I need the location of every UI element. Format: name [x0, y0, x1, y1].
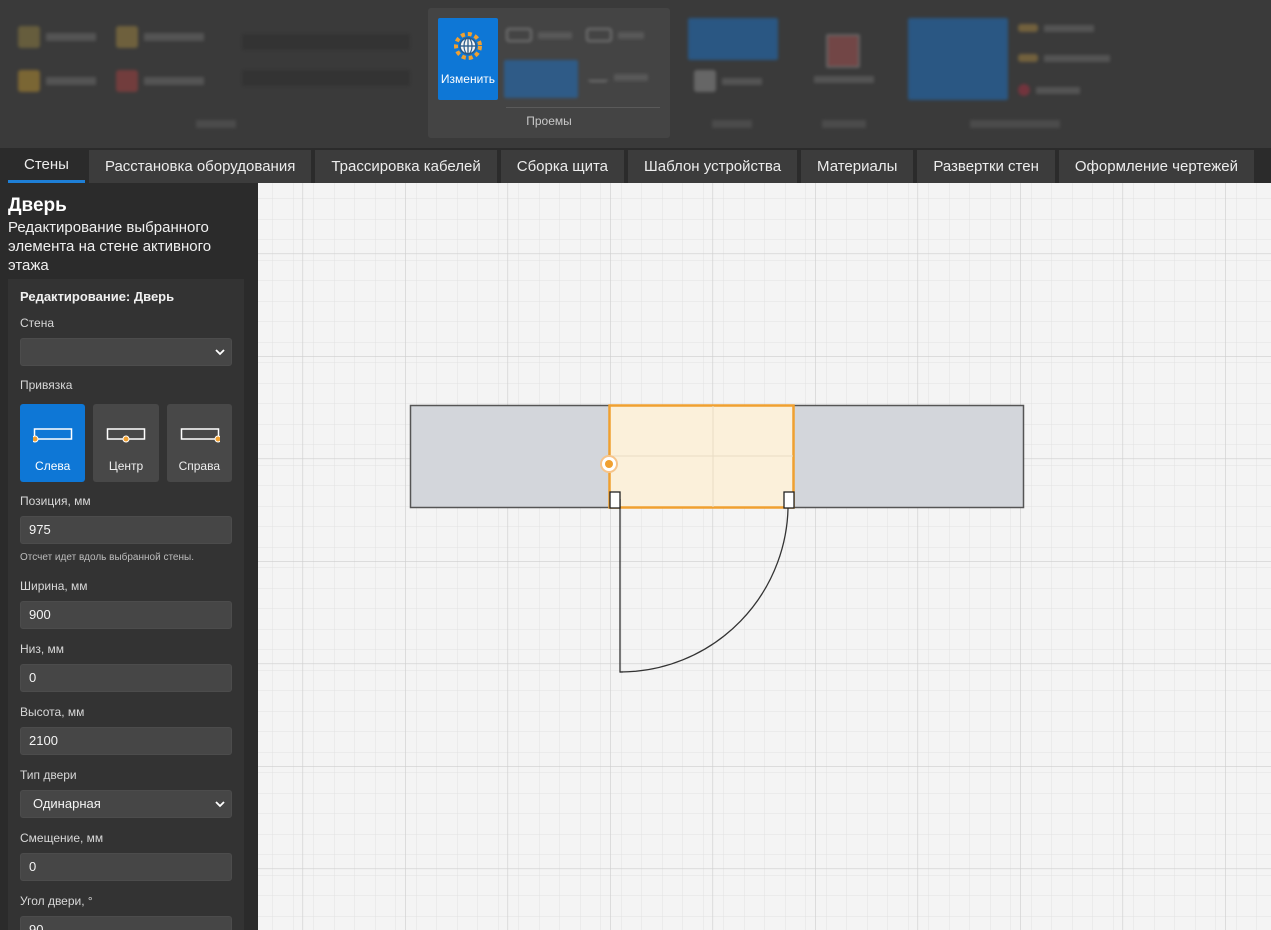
openings-group-label: Проемы: [526, 114, 572, 128]
ribbon-group-structure: [796, 8, 892, 138]
anchor-options: Слева Центр Справа: [20, 404, 232, 482]
panel-title: Дверь: [8, 195, 67, 216]
height-input[interactable]: 2100: [20, 727, 232, 755]
ribbon-toolbar: Изменить Проемы: [0, 0, 1271, 148]
drawing-canvas[interactable]: [258, 183, 1271, 930]
ribbon-group-tools: [900, 8, 1132, 138]
anchor-center-button[interactable]: Центр: [93, 404, 159, 482]
width-input[interactable]: 900: [20, 601, 232, 629]
door-type-value: Одинарная: [33, 796, 101, 811]
ribbon-group-objects: [678, 8, 788, 138]
wall-label: Стена: [20, 316, 55, 330]
door-hinge-right[interactable]: [783, 491, 795, 509]
anchor-right-icon: [180, 428, 220, 443]
anchor-left-label: Слева: [35, 459, 71, 473]
wall-select[interactable]: [20, 338, 232, 366]
width-label: Ширина, мм: [20, 579, 88, 593]
anchor-center-label: Центр: [108, 459, 144, 473]
ribbon-input: [242, 70, 410, 86]
angle-input[interactable]: 90: [20, 916, 232, 930]
modify-button[interactable]: Изменить: [438, 18, 498, 100]
object-icon: [694, 70, 716, 92]
add-large-button[interactable]: [908, 18, 1008, 100]
ribbon-group-walls: [6, 8, 422, 138]
ribbon-group-openings: Изменить Проемы: [428, 8, 670, 138]
arch-icon: [588, 72, 608, 82]
modify-button-label: Изменить: [440, 72, 496, 86]
bottom-label: Низ, мм: [20, 642, 65, 656]
position-hint: Отсчет идет вдоль выбранной стены.: [20, 552, 194, 563]
group-divider: [506, 107, 660, 108]
chevron-down-icon: [215, 349, 225, 356]
angle-label: Угол двери, °: [20, 894, 93, 908]
measure-icon: [1018, 24, 1038, 32]
tab-drawing-layout[interactable]: Оформление чертежей: [1058, 150, 1254, 183]
wall-icon: [18, 26, 40, 48]
plan-view[interactable]: [258, 183, 1271, 930]
niche-icon: [586, 28, 612, 42]
pencil-icon: [116, 26, 138, 48]
door-tool-button[interactable]: [504, 60, 578, 98]
door-type-select[interactable]: Одинарная: [20, 790, 232, 818]
panel-subtitle: Редактирование выбранного элемента на ст…: [8, 219, 212, 274]
anchor-center-icon: [107, 428, 146, 443]
tab-cable-routing[interactable]: Трассировка кабелей: [315, 150, 497, 183]
properties-panel: Дверь Редактирование выбранного элемента…: [0, 183, 258, 930]
chevron-down-icon: [215, 801, 225, 808]
door-edit-form: Редактирование: Дверь Стена Привязка Сле…: [8, 279, 244, 930]
tab-materials[interactable]: Материалы: [801, 150, 914, 183]
tab-walls[interactable]: Стены: [8, 150, 85, 183]
room-icon: [18, 70, 40, 92]
modify-gear-icon: [454, 32, 482, 60]
height-label: Высота, мм: [20, 705, 85, 719]
anchor-left-button[interactable]: Слева: [20, 404, 86, 482]
position-label: Позиция, мм: [20, 494, 91, 508]
window-icon: [506, 28, 532, 42]
anchor-right-label: Справа: [178, 459, 221, 473]
anchor-label: Привязка: [20, 378, 73, 392]
delete-wall-icon: [116, 70, 138, 92]
anchor-right-button[interactable]: Справа: [166, 404, 232, 482]
structure-icon: [826, 34, 860, 68]
door-type-label: Тип двери: [20, 768, 77, 782]
tab-device-template[interactable]: Шаблон устройства: [628, 150, 798, 183]
tab-panel-assembly[interactable]: Сборка щита: [500, 150, 625, 183]
position-input[interactable]: 975: [20, 516, 232, 544]
door-hinge-left[interactable]: [609, 491, 621, 509]
tab-equipment-placement[interactable]: Расстановка оборудования: [88, 150, 312, 183]
ribbon-dropdown: [242, 34, 410, 50]
objects-active-button[interactable]: [688, 18, 778, 60]
offset-label: Смещение, мм: [20, 831, 104, 845]
main-tabs: Стены Расстановка оборудования Трассиров…: [0, 148, 1271, 183]
anchor-left-icon: [33, 428, 73, 443]
section-title: Редактирование: Дверь: [20, 289, 175, 304]
tab-wall-elevations[interactable]: Развертки стен: [917, 150, 1055, 183]
offset-input[interactable]: 0: [20, 853, 232, 881]
remove-icon: [1018, 84, 1030, 96]
bottom-input[interactable]: 0: [20, 664, 232, 692]
align-icon: [1018, 54, 1038, 62]
